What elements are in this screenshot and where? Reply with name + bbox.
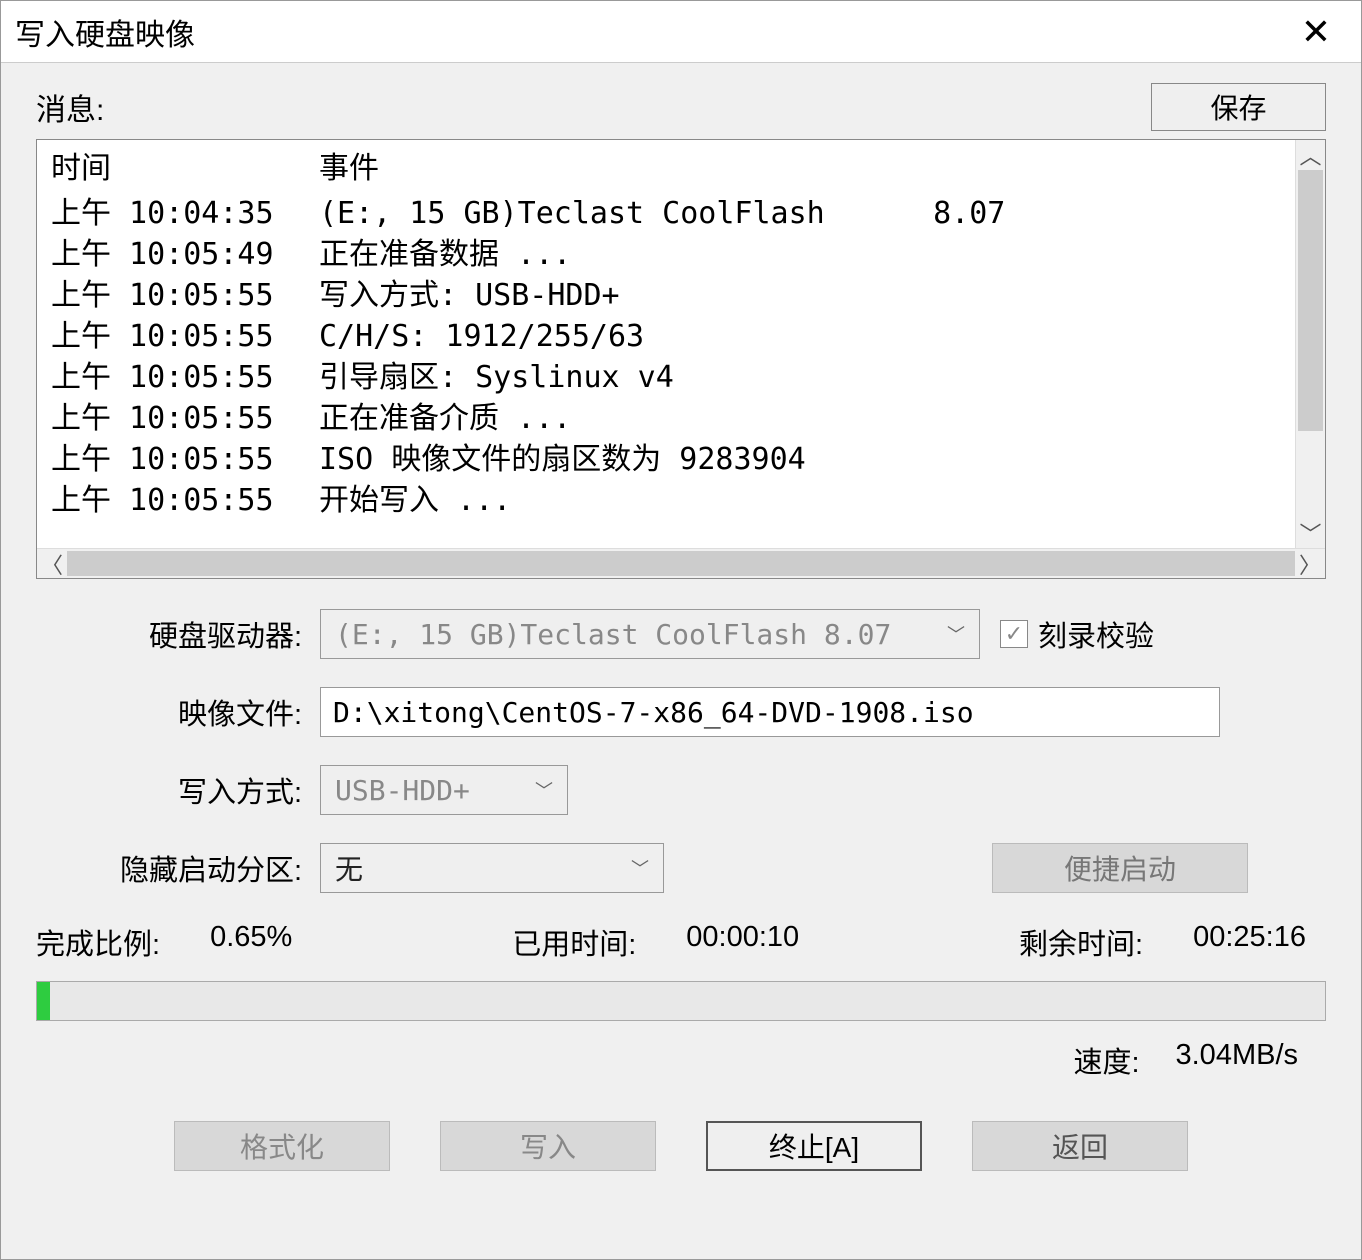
log-time: 上午 10:05:55 xyxy=(51,316,319,357)
drive-value: (E:, 15 GB)Teclast CoolFlash 8.07 xyxy=(335,618,891,651)
verify-checkbox[interactable]: ✓ xyxy=(1000,620,1028,648)
image-file-value: D:\xitong\CentOS-7-x86_64-DVD-1908.iso xyxy=(333,696,974,729)
write-mode-dropdown[interactable]: USB-HDD+ ﹀ xyxy=(320,765,568,815)
percent-label: 完成比例: xyxy=(36,921,160,963)
verify-checkbox-wrap[interactable]: ✓ 刻录校验 xyxy=(1000,613,1154,655)
hide-partition-value: 无 xyxy=(335,848,363,888)
remain-label: 剩余时间: xyxy=(1019,921,1143,963)
log-row: 上午 10:05:55引导扇区: Syslinux v4 xyxy=(51,357,1295,398)
log-content: 时间 事件 上午 10:04:35(E:, 15 GB)Teclast Cool… xyxy=(37,140,1295,548)
log-row: 上午 10:05:55C/H/S: 1912/255/63 xyxy=(51,316,1295,357)
drive-label: 硬盘驱动器: xyxy=(96,613,320,655)
log-time: 上午 10:04:35 xyxy=(51,193,319,234)
dialog-window: 写入硬盘映像 ✕ 消息: 保存 时间 事件 上午 10:04:35(E:, 15… xyxy=(0,0,1362,1260)
scroll-up-icon[interactable]: ︿ xyxy=(1296,140,1325,170)
progress-info: 完成比例: 0.65% 已用时间: 00:00:10 剩余时间: 00:25:1… xyxy=(36,921,1326,963)
log-event: 引导扇区: Syslinux v4 xyxy=(319,357,1295,398)
log-row: 上午 10:05:55开始写入 ... xyxy=(51,480,1295,521)
window-title: 写入硬盘映像 xyxy=(15,10,195,54)
log-time: 上午 10:05:55 xyxy=(51,439,319,480)
log-event: C/H/S: 1912/255/63 xyxy=(319,316,1295,357)
write-mode-label: 写入方式: xyxy=(96,769,320,811)
progress-fill xyxy=(37,982,50,1020)
write-mode-value: USB-HDD+ xyxy=(335,774,470,807)
save-button[interactable]: 保存 xyxy=(1151,83,1326,131)
remain-value: 00:25:16 xyxy=(1193,921,1306,963)
elapsed-label: 已用时间: xyxy=(512,921,636,963)
scroll-down-icon[interactable]: ﹀ xyxy=(1296,518,1325,548)
log-time: 上午 10:05:55 xyxy=(51,398,319,439)
log-panel: 时间 事件 上午 10:04:35(E:, 15 GB)Teclast Cool… xyxy=(36,139,1326,579)
progress-bar xyxy=(36,981,1326,1021)
log-event: 开始写入 ... xyxy=(319,480,1295,521)
percent-value: 0.65% xyxy=(210,921,292,963)
log-time: 上午 10:05:55 xyxy=(51,275,319,316)
scroll-track[interactable] xyxy=(1296,170,1325,518)
log-row: 上午 10:05:55写入方式: USB-HDD+ xyxy=(51,275,1295,316)
log-row: 上午 10:05:49正在准备数据 ... xyxy=(51,234,1295,275)
format-button[interactable]: 格式化 xyxy=(174,1121,390,1171)
hscroll-track[interactable] xyxy=(67,551,1295,576)
log-event: ISO 映像文件的扇区数为 9283904 xyxy=(319,439,1295,480)
chevron-down-icon: ﹀ xyxy=(535,777,553,803)
log-header-event: 事件 xyxy=(319,148,1295,189)
form-area: 硬盘驱动器: (E:, 15 GB)Teclast CoolFlash 8.07… xyxy=(36,579,1326,893)
titlebar: 写入硬盘映像 ✕ xyxy=(1,1,1361,63)
scroll-left-icon[interactable]: 〈 xyxy=(37,549,67,578)
message-header: 消息: 保存 xyxy=(36,83,1326,131)
speed-row: 速度: 3.04MB/s xyxy=(36,1039,1326,1081)
close-icon[interactable]: ✕ xyxy=(1291,11,1341,53)
log-time: 上午 10:05:55 xyxy=(51,357,319,398)
elapsed-value: 00:00:10 xyxy=(686,921,799,963)
log-time: 上午 10:05:49 xyxy=(51,234,319,275)
quick-boot-button[interactable]: 便捷启动 xyxy=(992,843,1248,893)
drive-dropdown[interactable]: (E:, 15 GB)Teclast CoolFlash 8.07 ﹀ xyxy=(320,609,980,659)
log-event: 正在准备介质 ... xyxy=(319,398,1295,439)
chevron-down-icon: ﹀ xyxy=(947,621,965,647)
content-area: 消息: 保存 时间 事件 上午 10:04:35(E:, 15 GB)Tecla… xyxy=(1,63,1361,1171)
hide-partition-label: 隐藏启动分区: xyxy=(96,847,320,889)
vertical-scrollbar[interactable]: ︿ ﹀ xyxy=(1295,140,1325,548)
hide-partition-dropdown[interactable]: 无 ﹀ xyxy=(320,843,664,893)
speed-label: 速度: xyxy=(1073,1039,1139,1081)
log-row: 上午 10:05:55正在准备介质 ... xyxy=(51,398,1295,439)
horizontal-scrollbar[interactable]: 〈 〉 xyxy=(37,548,1325,578)
messages-label: 消息: xyxy=(36,85,104,129)
log-row: 上午 10:05:55ISO 映像文件的扇区数为 9283904 xyxy=(51,439,1295,480)
log-header-time: 时间 xyxy=(51,148,319,189)
abort-button[interactable]: 终止[A] xyxy=(706,1121,922,1171)
scroll-thumb[interactable] xyxy=(1298,170,1323,431)
button-row: 格式化 写入 终止[A] 返回 xyxy=(36,1121,1326,1171)
verify-label: 刻录校验 xyxy=(1038,613,1154,655)
log-event: 写入方式: USB-HDD+ xyxy=(319,275,1295,316)
scroll-right-icon[interactable]: 〉 xyxy=(1295,549,1325,578)
log-time: 上午 10:05:55 xyxy=(51,480,319,521)
log-row: 上午 10:04:35(E:, 15 GB)Teclast CoolFlash … xyxy=(51,193,1295,234)
image-label: 映像文件: xyxy=(96,691,320,733)
log-event: 正在准备数据 ... xyxy=(319,234,1295,275)
back-button[interactable]: 返回 xyxy=(972,1121,1188,1171)
image-file-input[interactable]: D:\xitong\CentOS-7-x86_64-DVD-1908.iso xyxy=(320,687,1220,737)
speed-value: 3.04MB/s xyxy=(1176,1039,1299,1081)
chevron-down-icon: ﹀ xyxy=(631,855,649,881)
log-event: (E:, 15 GB)Teclast CoolFlash 8.07 xyxy=(319,193,1295,234)
write-button[interactable]: 写入 xyxy=(440,1121,656,1171)
